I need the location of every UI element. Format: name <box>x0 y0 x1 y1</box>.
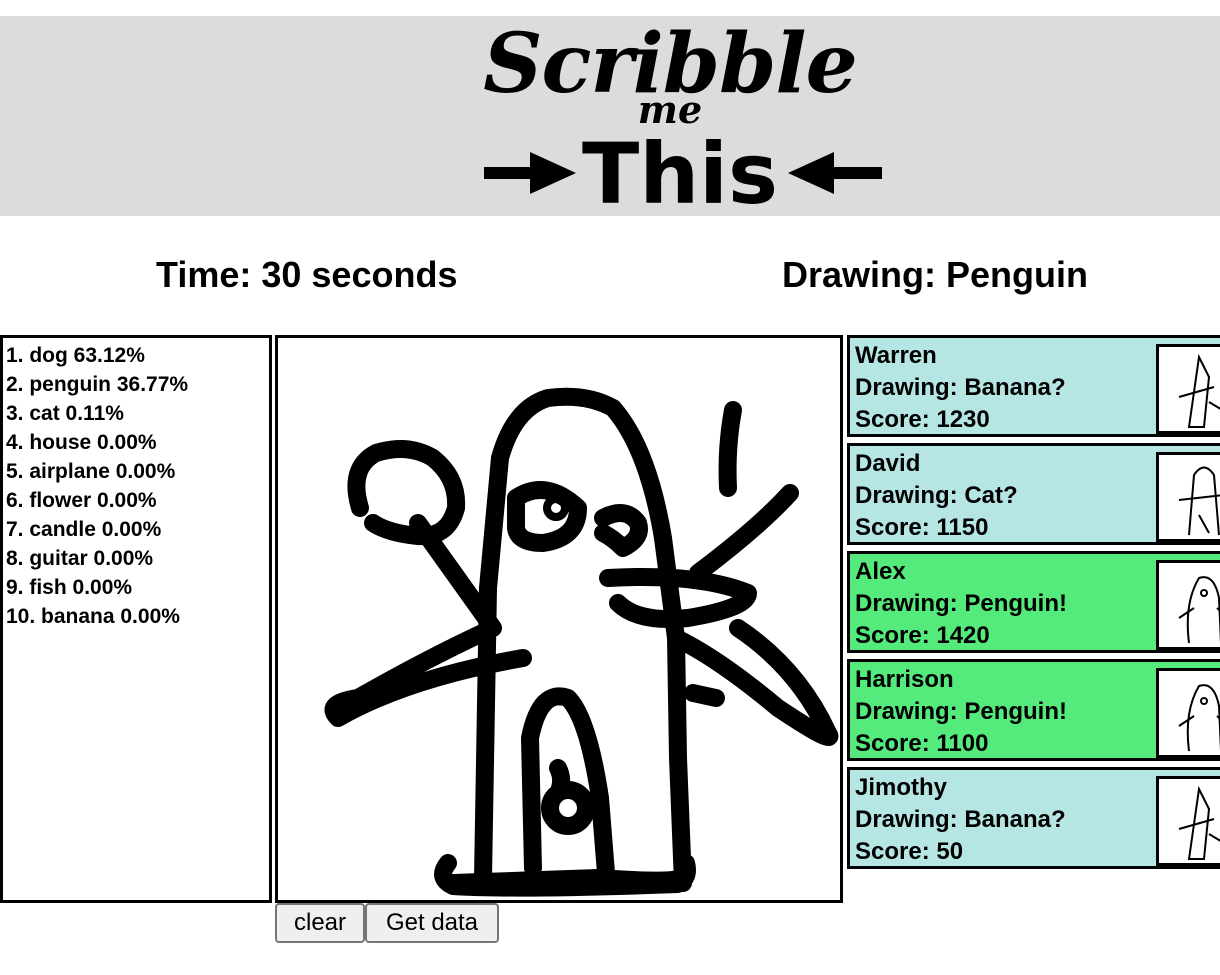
get-data-button[interactable]: Get data <box>365 903 499 943</box>
player-card-jimothy: Jimothy Drawing: Banana? Score: 50 <box>847 767 1220 869</box>
player-drawing-thumbnail <box>1156 776 1220 866</box>
player-name: Alex <box>855 558 906 585</box>
player-card-warren: Warren Drawing: Banana? Score: 1230 <box>847 335 1220 437</box>
player-drawing: Drawing: Cat? <box>855 482 1018 509</box>
player-card-david: David Drawing: Cat? Score: 1150 <box>847 443 1220 545</box>
drawing-prompt: Drawing: Penguin <box>782 254 1088 295</box>
clear-button[interactable]: clear <box>275 903 365 943</box>
app-header: Scribble me This <box>0 16 1220 220</box>
prediction-item: 7. candle 0.00% <box>6 518 162 541</box>
player-drawing: Drawing: Banana? <box>855 806 1066 833</box>
penguin-sketch <box>324 387 839 897</box>
player-name: Warren <box>855 342 937 369</box>
prediction-item: 1. dog 63.12% <box>6 344 145 367</box>
player-score: Score: 1150 <box>855 514 989 541</box>
prediction-item: 5. airplane 0.00% <box>6 460 176 483</box>
logo-word-me: me <box>637 87 703 132</box>
player-card-harrison: Harrison Drawing: Penguin! Score: 1100 <box>847 659 1220 761</box>
prediction-item: 4. house 0.00% <box>6 431 157 454</box>
player-card-alex: Alex Drawing: Penguin! Score: 1420 <box>847 551 1220 653</box>
player-name: Harrison <box>855 666 954 693</box>
predictions-panel: 1. dog 63.12% 2. penguin 36.77% 3. cat 0… <box>0 335 272 903</box>
prediction-item: 9. fish 0.00% <box>6 576 133 599</box>
drawing-canvas[interactable] <box>275 335 843 903</box>
prediction-item: 3. cat 0.11% <box>6 402 124 425</box>
time-remaining: Time: 30 seconds <box>156 254 458 295</box>
player-score: Score: 1420 <box>855 622 990 649</box>
player-score: Score: 1230 <box>855 406 990 433</box>
prediction-item: 10. banana 0.00% <box>6 605 180 628</box>
arrow-right-icon <box>484 152 576 194</box>
player-score: Score: 1100 <box>855 730 989 757</box>
player-drawing-thumbnail <box>1156 668 1220 758</box>
players-panel: Warren Drawing: Banana? Score: 1230 Davi… <box>847 335 1220 875</box>
player-name: David <box>855 450 921 477</box>
prediction-item: 2. penguin 36.77% <box>6 373 189 396</box>
prediction-item: 6. flower 0.00% <box>6 489 157 512</box>
player-score: Score: 50 <box>855 838 964 865</box>
prediction-item: 8. guitar 0.00% <box>6 547 154 570</box>
scribble-me-this-logo: Scribble me This <box>470 16 890 220</box>
player-drawing: Drawing: Penguin! <box>855 698 1067 725</box>
player-drawing: Drawing: Banana? <box>855 374 1066 401</box>
player-drawing-thumbnail <box>1156 560 1220 650</box>
player-name: Jimothy <box>855 774 948 801</box>
player-drawing-thumbnail <box>1156 452 1220 542</box>
player-drawing: Drawing: Penguin! <box>855 590 1067 617</box>
predictions-list: 1. dog 63.12% 2. penguin 36.77% 3. cat 0… <box>3 338 269 631</box>
player-drawing-thumbnail <box>1156 344 1220 434</box>
arrow-left-icon <box>788 152 882 194</box>
